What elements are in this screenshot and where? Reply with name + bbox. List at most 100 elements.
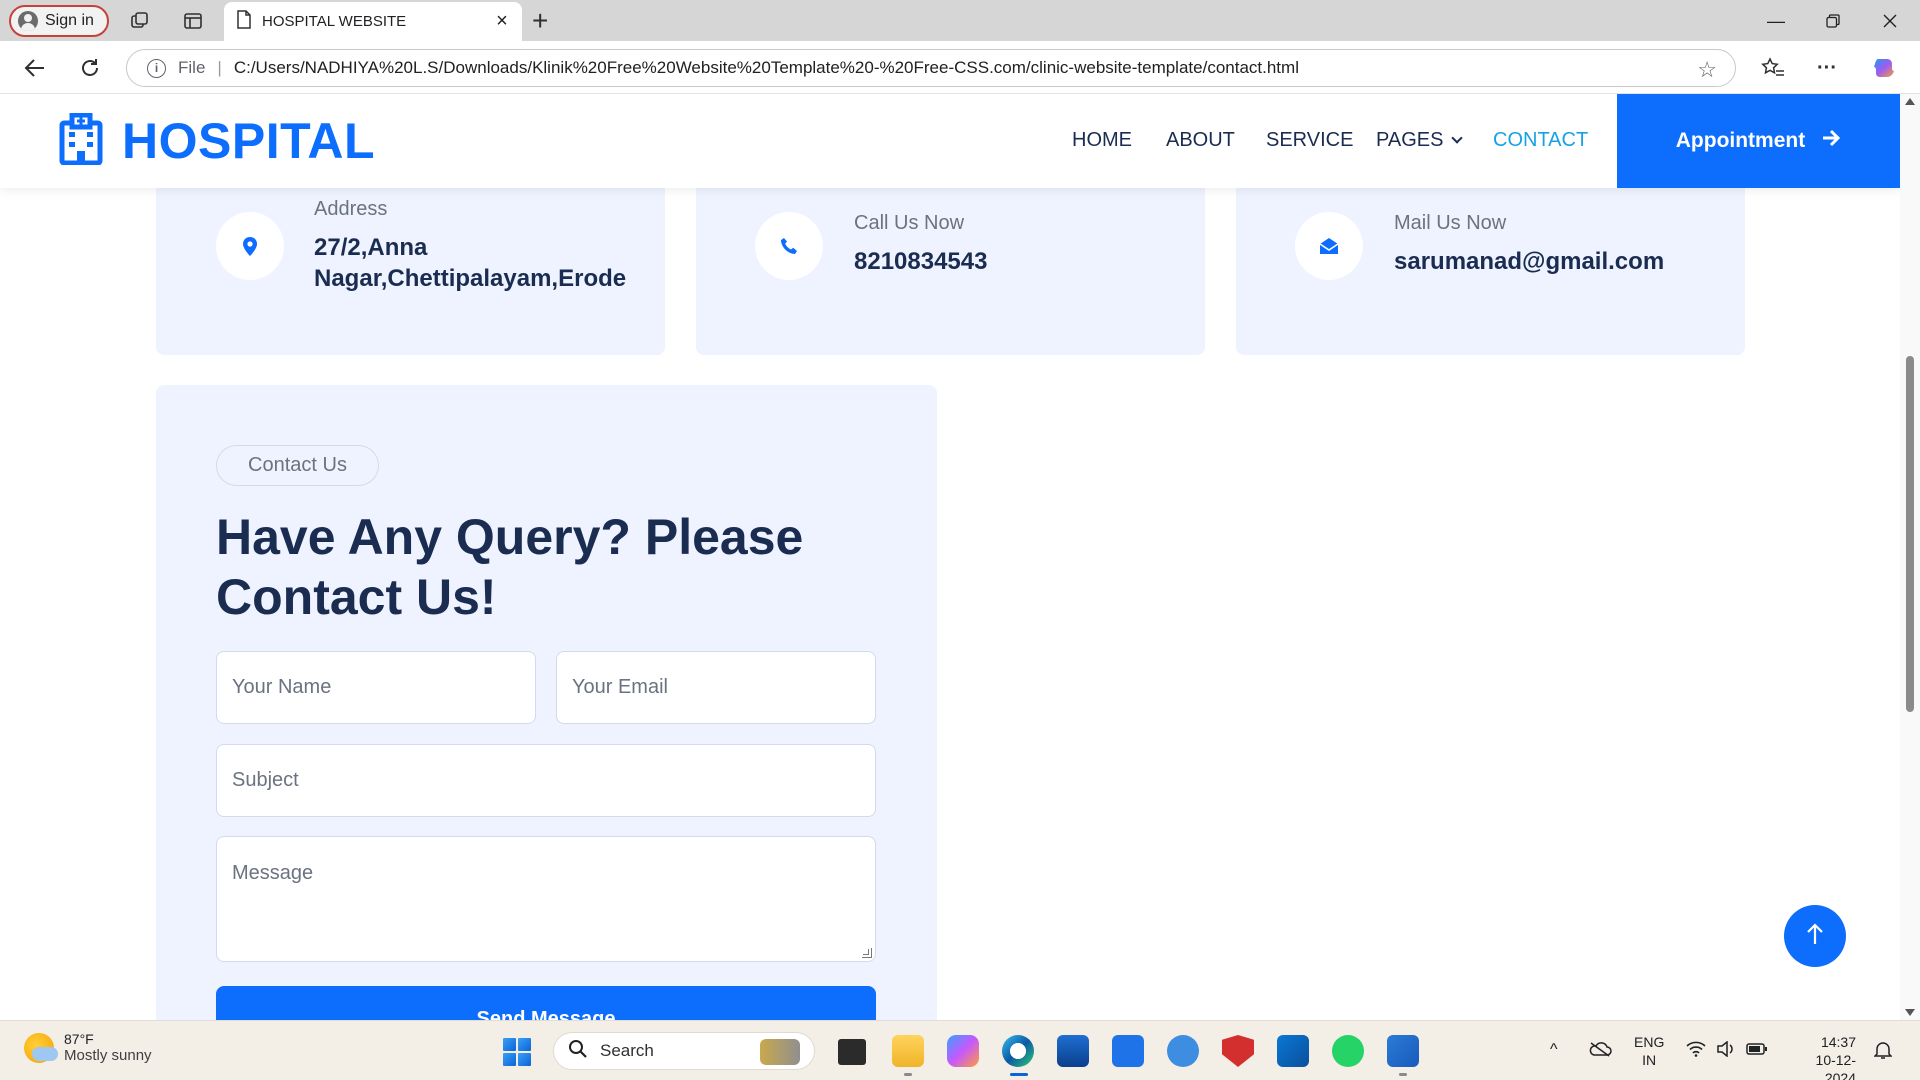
nav-contact-link[interactable]: CONTACT bbox=[1493, 129, 1588, 152]
scroll-up-icon[interactable] bbox=[1905, 98, 1915, 105]
word-icon[interactable] bbox=[1387, 1035, 1419, 1067]
back-to-top-button[interactable] bbox=[1784, 905, 1846, 967]
subject-placeholder: Subject bbox=[232, 769, 299, 791]
phone-icon bbox=[755, 212, 823, 280]
clock-time: 14:37 bbox=[1820, 1034, 1856, 1050]
clock[interactable]: 14:37 10-12-2024 bbox=[1786, 1033, 1856, 1080]
mcafee-icon[interactable] bbox=[1222, 1035, 1254, 1067]
scrollbar-thumb[interactable] bbox=[1906, 356, 1914, 712]
weather-widget[interactable]: 87°F Mostly sunny bbox=[24, 1031, 152, 1064]
edge-browser-icon[interactable] bbox=[1002, 1035, 1034, 1067]
page-viewport: HOSPITAL HOME ABOUT SERVICE PAGES CONTAC… bbox=[0, 94, 1900, 1020]
favorites-icon[interactable] bbox=[1758, 53, 1788, 83]
tab-actions-icon[interactable] bbox=[181, 9, 205, 33]
new-tab-icon[interactable]: + bbox=[532, 7, 548, 35]
file-explorer-icon[interactable] bbox=[892, 1035, 924, 1067]
name-field[interactable]: Your Name bbox=[216, 651, 536, 724]
battery-icon[interactable] bbox=[1746, 1042, 1768, 1060]
task-view-icon[interactable] bbox=[838, 1039, 866, 1065]
location-pin-icon bbox=[216, 212, 284, 280]
copilot-icon[interactable] bbox=[1870, 53, 1900, 83]
scroll-down-icon[interactable] bbox=[1905, 1009, 1915, 1016]
show-hidden-icons-chevron-icon[interactable]: ^ bbox=[1550, 1041, 1558, 1059]
contact-heading: Have Any Query? Please Contact Us! bbox=[216, 509, 804, 625]
url-separator: | bbox=[217, 58, 222, 77]
more-options-icon[interactable]: ··· bbox=[1812, 53, 1842, 83]
site-info-icon[interactable]: i bbox=[147, 58, 166, 78]
favorite-star-icon[interactable]: ☆ bbox=[1697, 57, 1717, 83]
email-label: Mail Us Now bbox=[1394, 212, 1507, 234]
close-tab-icon[interactable]: × bbox=[492, 11, 512, 31]
whatsapp-icon[interactable] bbox=[1332, 1035, 1364, 1067]
site-logo[interactable]: HOSPITAL bbox=[58, 112, 375, 170]
send-message-button[interactable]: Send Message bbox=[216, 986, 876, 1020]
envelope-open-icon bbox=[1295, 212, 1363, 280]
email-placeholder: Your Email bbox=[572, 676, 668, 698]
email-field[interactable]: Your Email bbox=[556, 651, 876, 724]
file-explorer-indicator bbox=[904, 1073, 912, 1076]
help-app-icon[interactable] bbox=[1167, 1035, 1199, 1067]
language-region: IN bbox=[1642, 1052, 1657, 1068]
nav-service-link[interactable]: SERVICE bbox=[1266, 129, 1353, 152]
message-placeholder: Message bbox=[232, 862, 314, 884]
url-scheme-label: File bbox=[178, 58, 206, 77]
volume-icon[interactable] bbox=[1716, 1040, 1736, 1061]
brand-name: HOSPITAL bbox=[122, 113, 376, 169]
resize-handle-icon[interactable] bbox=[862, 948, 872, 958]
back-arrow-icon[interactable] bbox=[20, 53, 50, 83]
appointment-button[interactable]: Appointment bbox=[1617, 94, 1900, 188]
nav-about-link[interactable]: ABOUT bbox=[1166, 129, 1235, 152]
language-indicator[interactable]: ENG IN bbox=[1634, 1033, 1664, 1069]
arrow-right-icon bbox=[1821, 129, 1841, 153]
workspaces-icon[interactable] bbox=[128, 9, 152, 33]
outlook-icon[interactable] bbox=[1277, 1035, 1309, 1067]
url-text[interactable]: C:/Users/NADHIYA%20L.S/Downloads/Klinik%… bbox=[234, 58, 1299, 78]
restore-icon[interactable] bbox=[1819, 8, 1847, 34]
browser-tab-bar: Sign in HOSPITAL WEBSITE × + — bbox=[0, 0, 1920, 41]
weather-description: Mostly sunny bbox=[64, 1047, 152, 1064]
page-scrollbar[interactable] bbox=[1900, 94, 1920, 1020]
weather-temperature: 87°F bbox=[64, 1031, 94, 1047]
address-value: 27/2,Anna Nagar,Chettipalayam,Erode bbox=[314, 234, 627, 292]
chevron-down-icon bbox=[1451, 132, 1464, 144]
weather-sun-icon bbox=[24, 1032, 58, 1063]
wifi-icon[interactable] bbox=[1686, 1041, 1706, 1061]
close-window-icon[interactable] bbox=[1876, 8, 1904, 34]
tab-title: HOSPITAL WEBSITE bbox=[262, 13, 407, 30]
profile-avatar-icon bbox=[18, 11, 38, 31]
browser-toolbar: i File | C:/Users/NADHIYA%20L.S/Download… bbox=[0, 41, 1920, 94]
appointment-label: Appointment bbox=[1675, 129, 1806, 152]
address-bar[interactable]: i File | C:/Users/NADHIYA%20L.S/Download… bbox=[126, 49, 1736, 87]
nav-pages-dropdown[interactable]: PAGES bbox=[1376, 129, 1464, 152]
subject-field[interactable]: Subject bbox=[216, 744, 876, 817]
tab-hospital-website[interactable]: HOSPITAL WEBSITE × bbox=[224, 2, 522, 41]
site-navbar: HOSPITAL HOME ABOUT SERVICE PAGES CONTAC… bbox=[0, 94, 1900, 188]
search-highlight-image bbox=[760, 1039, 800, 1065]
edge-active-indicator bbox=[1010, 1073, 1028, 1076]
notifications-bell-icon[interactable] bbox=[1873, 1040, 1893, 1064]
refresh-icon[interactable] bbox=[75, 53, 105, 83]
onedrive-icon[interactable] bbox=[1588, 1041, 1612, 1061]
windows-start-icon[interactable] bbox=[503, 1038, 531, 1066]
phone-label: Call Us Now bbox=[854, 212, 965, 234]
search-icon bbox=[568, 1039, 588, 1064]
message-field[interactable]: Message bbox=[216, 836, 876, 962]
copilot-app-icon[interactable] bbox=[947, 1035, 979, 1067]
hospital-building-icon bbox=[58, 112, 104, 170]
phone-value[interactable]: 8210834543 bbox=[854, 246, 987, 277]
language-code: ENG bbox=[1634, 1034, 1665, 1050]
contact-form-panel: Contact Us Have Any Query? Please Contac… bbox=[156, 385, 937, 1020]
myhp-icon[interactable] bbox=[1112, 1035, 1144, 1067]
page-icon bbox=[236, 10, 252, 33]
taskbar-search[interactable]: Search bbox=[553, 1032, 815, 1070]
nav-home-link[interactable]: HOME bbox=[1072, 129, 1132, 152]
minimize-icon[interactable]: — bbox=[1762, 8, 1790, 34]
name-placeholder: Your Name bbox=[232, 676, 332, 698]
email-value[interactable]: sarumanad@gmail.com bbox=[1394, 246, 1664, 277]
profile-signin-button[interactable]: Sign in bbox=[9, 5, 109, 37]
search-label: Search bbox=[600, 1041, 654, 1060]
contact-us-badge: Contact Us bbox=[216, 445, 379, 486]
arrow-up-icon bbox=[1806, 922, 1824, 951]
nav-pages-label: PAGES bbox=[1376, 129, 1444, 151]
microsoft-store-icon[interactable] bbox=[1057, 1035, 1089, 1067]
